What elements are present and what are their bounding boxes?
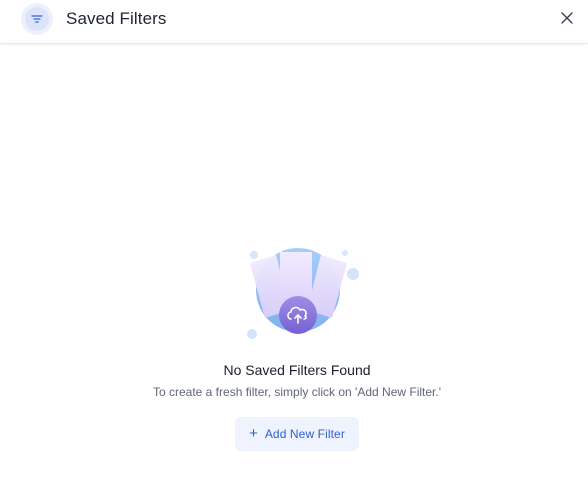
filter-icon xyxy=(25,7,49,31)
filter-icon-badge xyxy=(21,3,53,35)
empty-state-description: To create a fresh filter, simply click o… xyxy=(152,385,442,399)
add-new-filter-button[interactable]: + Add New Filter xyxy=(235,417,359,451)
plus-icon: + xyxy=(249,425,258,442)
empty-state-title: No Saved Filters Found xyxy=(223,362,371,378)
panel-header: Saved Filters xyxy=(0,0,588,44)
close-icon xyxy=(561,12,573,24)
add-new-filter-label: Add New Filter xyxy=(264,427,345,441)
saved-filters-panel: Saved Filters No Saved Filters Found To … xyxy=(0,0,588,477)
empty-state-illustration xyxy=(238,240,362,346)
panel-title: Saved Filters xyxy=(66,9,167,28)
close-button[interactable] xyxy=(558,9,576,27)
